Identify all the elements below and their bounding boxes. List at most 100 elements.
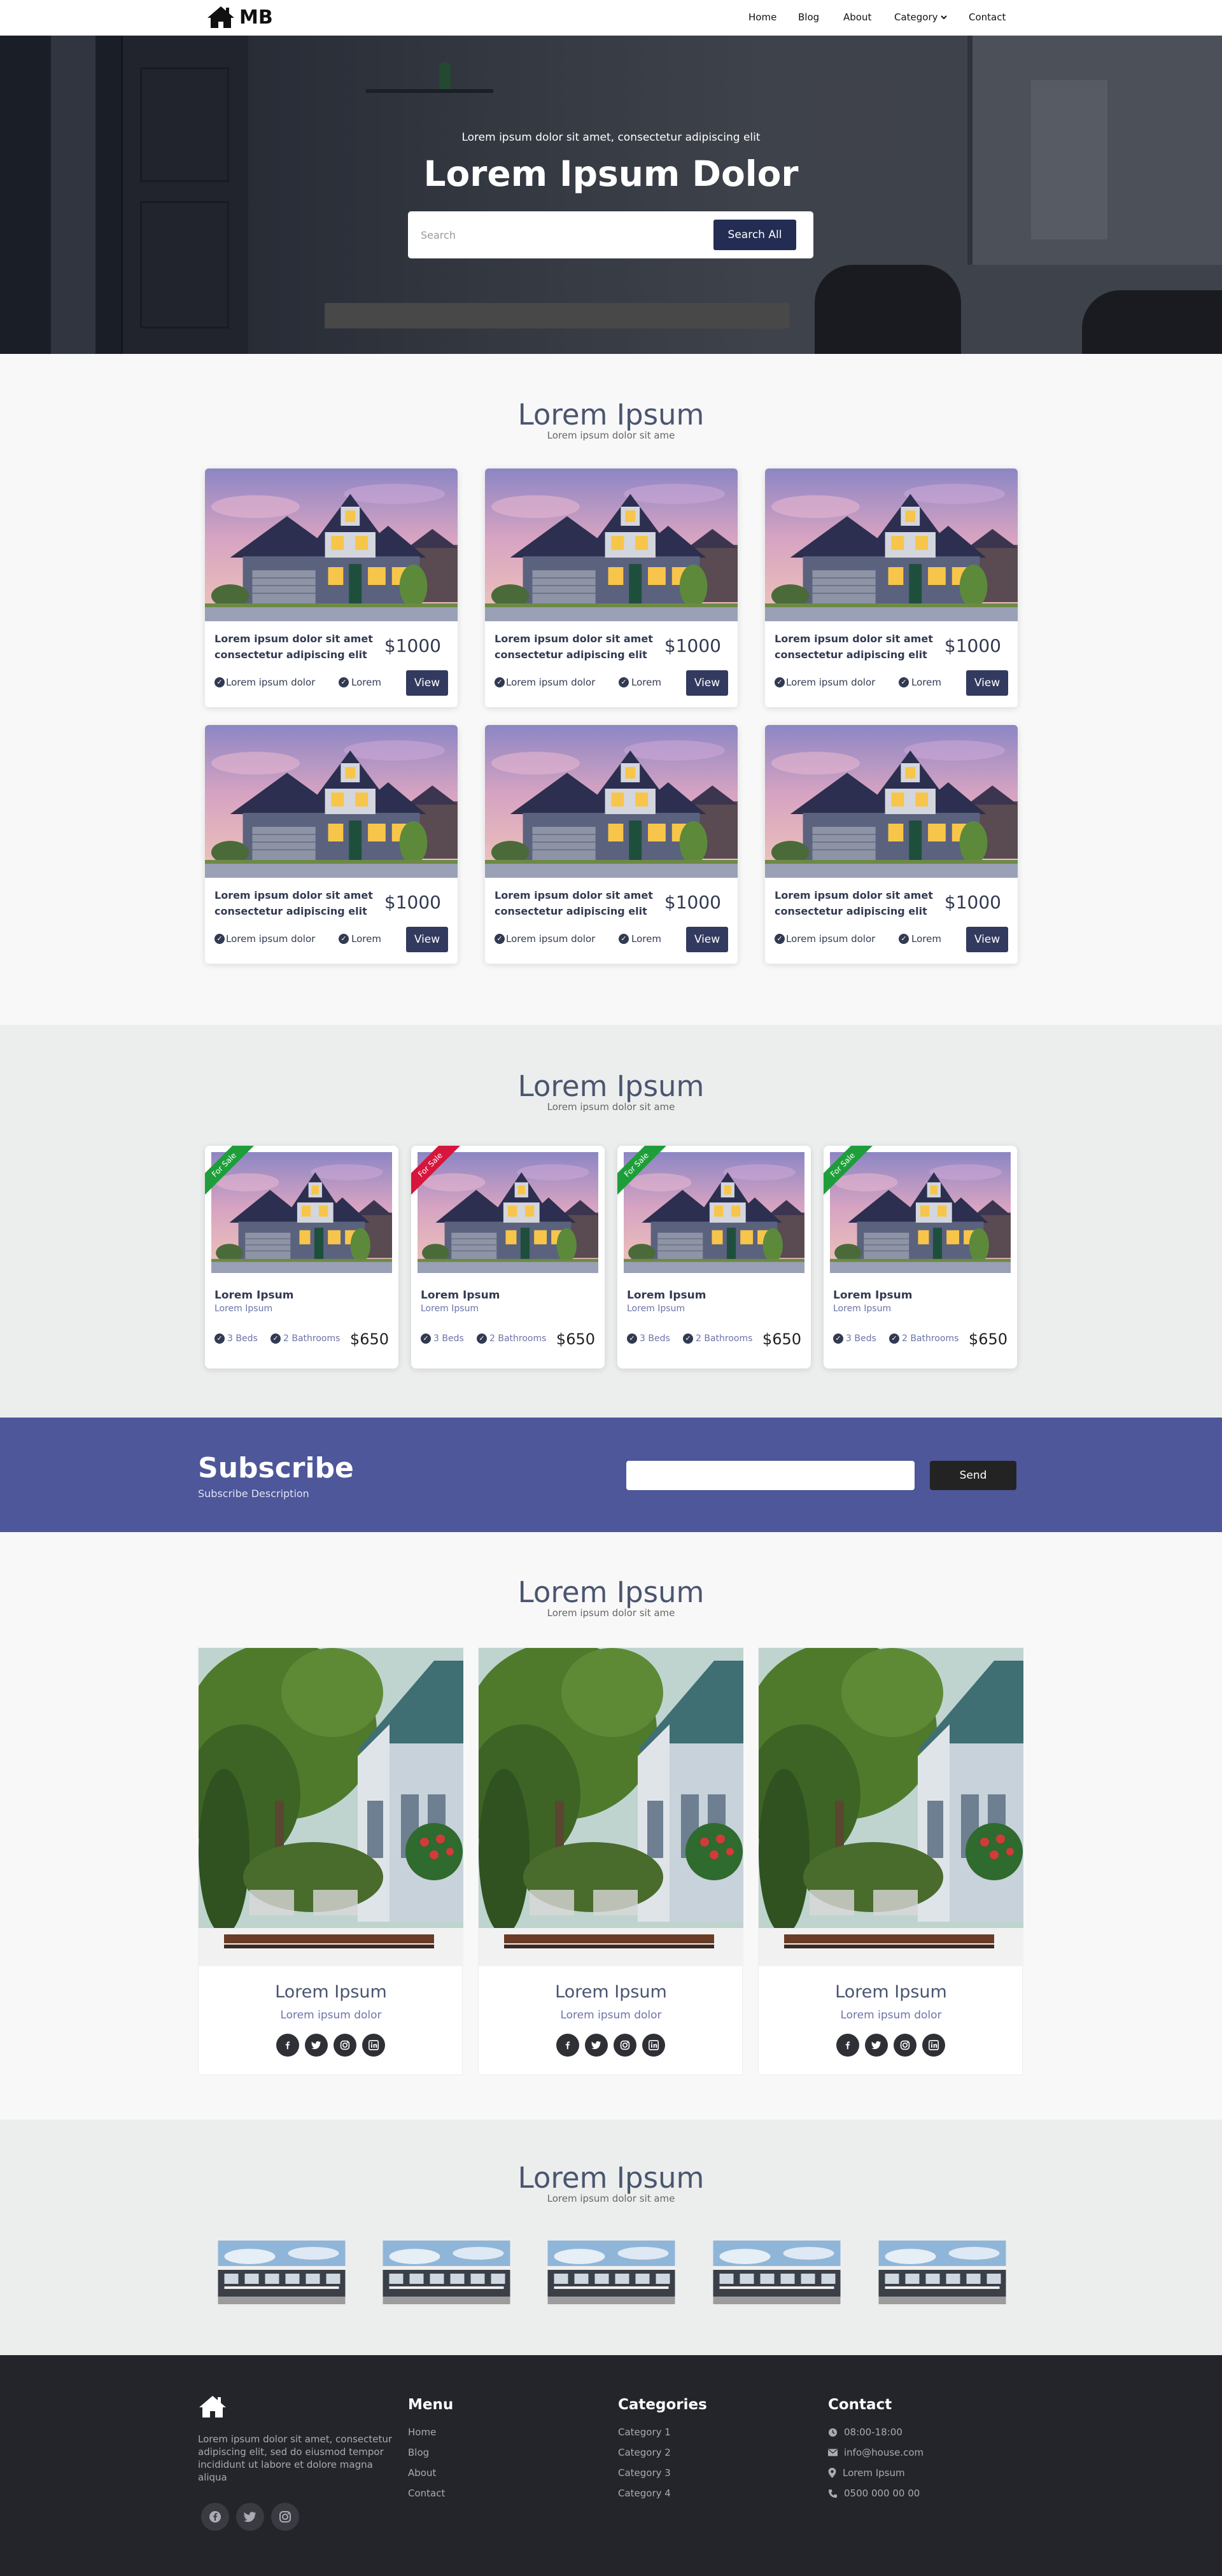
listing-card[interactable]: Lorem ipsum dolor sit amet consectetur a… [205, 468, 458, 707]
search-input[interactable] [421, 223, 688, 247]
feature-label: Lorem [631, 933, 661, 945]
nav-dropdown-category[interactable]: Category [894, 11, 948, 23]
listing-card[interactable]: Lorem ipsum dolor sit amet consectetur a… [765, 468, 1018, 707]
gallery-image[interactable] [547, 2241, 675, 2304]
gallery-image[interactable] [713, 2241, 841, 2304]
listing-feature: ✓ Lorem ipsum dolor [214, 677, 315, 688]
for-sale-card[interactable]: For Sale Lorem Ipsum Lorem Ipsum ✓ 3 Beds ✓ 2 … [205, 1146, 398, 1369]
twitter-icon[interactable] [305, 2034, 328, 2057]
footer-link-contact[interactable]: Contact [408, 2488, 445, 2499]
view-button[interactable]: View [406, 670, 448, 696]
sale-title: Lorem Ipsum [517, 1069, 705, 1103]
view-button[interactable]: View [406, 927, 448, 952]
property-price: $650 [968, 1330, 1008, 1348]
hero-section: Lorem ipsum dolor sit amet, consectetur … [0, 36, 1222, 354]
view-button[interactable]: View [966, 927, 1008, 952]
property-subtitle: Lorem Ipsum [627, 1304, 685, 1314]
twitter-icon[interactable] [585, 2034, 608, 2057]
property-subtitle: Lorem Ipsum [421, 1304, 479, 1314]
feature-label: Lorem ipsum dolor [506, 933, 596, 945]
cottage-photo [199, 1648, 463, 1966]
team-card: Lorem Ipsum Lorem ipsum dolor [758, 1647, 1023, 2075]
listing-description: Lorem ipsum dolor sit amet consectetur a… [214, 633, 373, 661]
check-circle-icon: ✓ [889, 1334, 899, 1344]
member-role: Lorem ipsum dolor [280, 2009, 382, 2022]
listing-price: $1000 [944, 892, 1001, 913]
view-button[interactable]: View [686, 927, 728, 952]
footer-about-text: Lorem ipsum dolor sit amet, consectetur … [198, 2433, 393, 2483]
listings-title: Lorem Ipsum [517, 398, 705, 432]
check-circle-icon: ✓ [421, 1334, 431, 1344]
nav-link-home[interactable]: Home [748, 11, 776, 23]
feature-label: Lorem ipsum dolor [786, 933, 876, 945]
beds-info: ✓ 3 Beds [627, 1334, 670, 1344]
listing-card[interactable]: Lorem ipsum dolor sit amet consectetur a… [485, 725, 738, 964]
footer-twitter-icon[interactable] [236, 2503, 264, 2531]
linkedin-icon[interactable] [362, 2034, 385, 2057]
hero-overlay [0, 36, 1222, 354]
instagram-icon[interactable] [334, 2034, 356, 2057]
nav-link-contact[interactable]: Contact [969, 11, 1006, 23]
listing-card[interactable]: Lorem ipsum dolor sit amet consectetur a… [765, 725, 1018, 964]
listing-feature: ✓ Lorem [899, 677, 941, 688]
footer-category-link[interactable]: Category 2 [618, 2447, 671, 2458]
gallery-image[interactable] [383, 2241, 510, 2304]
listing-description: Lorem ipsum dolor sit amet consectetur a… [214, 889, 373, 917]
feature-label: Lorem [351, 933, 381, 945]
beds-info: ✓ 3 Beds [421, 1334, 464, 1344]
footer-link-about[interactable]: About [408, 2467, 436, 2479]
logo[interactable]: MB [206, 5, 273, 29]
top-navbar: MB Home Blog About Category Contact [0, 0, 1222, 36]
envelope-icon [828, 2449, 838, 2456]
sale-subtitle: Lorem ipsum dolor sit ame [547, 1101, 675, 1113]
subscribe-email-input[interactable] [626, 1461, 915, 1490]
for-sale-card[interactable]: For Sale Lorem Ipsum Lorem Ipsum ✓ 3 Beds ✓ 2 … [617, 1146, 811, 1369]
check-circle-icon: ✓ [899, 934, 909, 944]
baths-info: ✓ 2 Bathrooms [270, 1334, 340, 1344]
listing-feature: ✓ Lorem [339, 677, 381, 688]
listing-card[interactable]: Lorem ipsum dolor sit amet consectetur a… [485, 468, 738, 707]
social-links [556, 2034, 665, 2057]
gallery-image[interactable] [878, 2241, 1006, 2304]
twitter-icon[interactable] [865, 2034, 888, 2057]
send-button[interactable]: Send [930, 1461, 1016, 1490]
facebook-icon[interactable] [836, 2034, 859, 2057]
instagram-icon[interactable] [614, 2034, 636, 2057]
team-subtitle: Lorem ipsum dolor sit ame [547, 1607, 675, 1619]
footer-link-home[interactable]: Home [408, 2426, 436, 2438]
check-circle-icon: ✓ [339, 677, 349, 687]
member-role: Lorem ipsum dolor [840, 2009, 942, 2022]
footer-instagram-icon[interactable] [271, 2503, 299, 2531]
clock-icon [828, 2428, 838, 2437]
facebook-icon[interactable] [276, 2034, 299, 2057]
email-text[interactable]: info@house.com [844, 2447, 924, 2458]
house-photo [765, 725, 1018, 878]
subscribe-description: Subscribe Description [198, 1488, 309, 1500]
linkedin-icon[interactable] [642, 2034, 665, 2057]
view-button[interactable]: View [686, 670, 728, 696]
for-sale-card[interactable]: For Sale Lorem Ipsum Lorem Ipsum ✓ 3 Beds ✓ 2 … [824, 1146, 1017, 1369]
nav-link-about[interactable]: About [843, 11, 871, 23]
footer-facebook-icon[interactable] [201, 2503, 229, 2531]
footer-category-link[interactable]: Category 4 [618, 2488, 671, 2499]
footer-contact-address: Lorem Ipsum [828, 2467, 905, 2479]
listing-price: $1000 [384, 892, 441, 913]
house-photo [211, 1152, 392, 1273]
instagram-icon[interactable] [894, 2034, 916, 2057]
house-photo [418, 1152, 598, 1273]
view-button[interactable]: View [966, 670, 1008, 696]
footer-category-link[interactable]: Category 1 [618, 2426, 671, 2438]
gallery-image[interactable] [218, 2241, 346, 2304]
listing-price: $1000 [944, 635, 1001, 656]
facebook-icon[interactable] [556, 2034, 579, 2057]
team-card: Lorem Ipsum Lorem ipsum dolor [478, 1647, 743, 2075]
footer-link-blog[interactable]: Blog [408, 2447, 429, 2458]
footer-category-link[interactable]: Category 3 [618, 2467, 671, 2479]
linkedin-icon[interactable] [922, 2034, 945, 2057]
listing-card[interactable]: Lorem ipsum dolor sit amet consectetur a… [205, 725, 458, 964]
search-all-button[interactable]: Search All [713, 220, 796, 250]
nav-link-blog[interactable]: Blog [798, 11, 819, 23]
for-sale-card[interactable]: For Sale Lorem Ipsum Lorem Ipsum ✓ 3 Beds ✓ 2 … [411, 1146, 605, 1369]
feature-label: Lorem ipsum dolor [786, 677, 876, 688]
listing-feature: ✓ Lorem ipsum dolor [775, 933, 875, 945]
